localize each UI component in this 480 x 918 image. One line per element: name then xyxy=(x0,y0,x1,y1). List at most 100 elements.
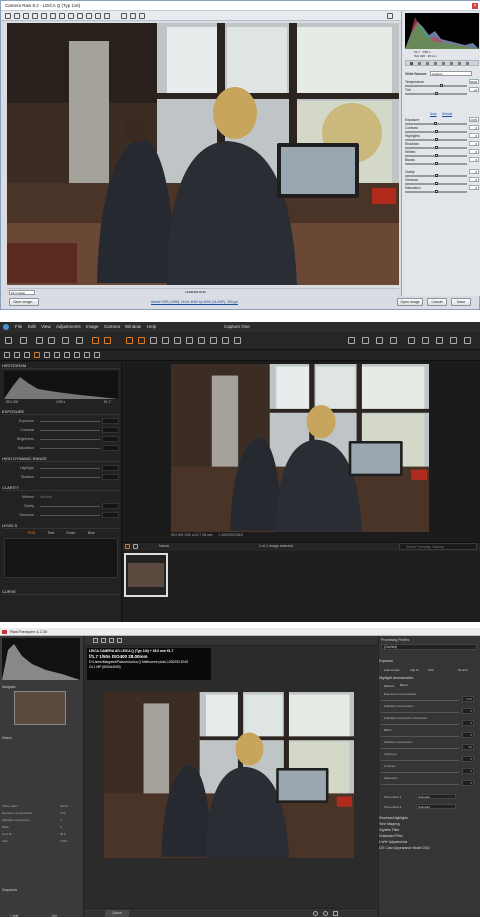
rt-highlight-compression-slider[interactable] xyxy=(381,712,459,714)
clarity-slider-thumb[interactable] xyxy=(435,174,438,177)
tone-curve-tab-icon[interactable] xyxy=(418,62,421,65)
rt-exposure-compensation-value[interactable]: 0.00 xyxy=(462,696,474,702)
zoom-fit-icon[interactable] xyxy=(333,911,338,916)
fullscreen-icon[interactable] xyxy=(387,13,393,19)
exposure-section[interactable]: EXPOSURE xyxy=(2,408,120,415)
spot-removal-icon[interactable] xyxy=(186,337,193,344)
spot-removal-icon[interactable] xyxy=(68,13,74,19)
open-image-button[interactable]: Open Image xyxy=(397,298,423,306)
auto-levels-button[interactable]: Auto Levels xyxy=(384,668,400,672)
hdr-section[interactable]: HIGH DYNAMIC RANGE xyxy=(2,455,120,462)
browser-icon[interactable] xyxy=(376,337,383,344)
exposure-section[interactable]: Exposure xyxy=(379,658,479,664)
graduated-filter-icon[interactable] xyxy=(95,13,101,19)
saturation-slider[interactable] xyxy=(40,448,100,449)
rotate-left-icon[interactable] xyxy=(130,13,136,19)
rt-contrast-slider[interactable] xyxy=(381,772,459,774)
edit-with-icon[interactable] xyxy=(436,337,443,344)
saturation-slider-thumb[interactable] xyxy=(435,190,438,193)
vibrance-value[interactable]: 0 xyxy=(469,177,479,182)
clarity-value[interactable] xyxy=(102,503,119,509)
tone-curve-2-select[interactable]: Standard xyxy=(416,804,456,809)
zoom-out-icon[interactable] xyxy=(313,911,318,916)
color-tab-icon[interactable] xyxy=(34,352,40,358)
straighten-tool-icon[interactable] xyxy=(59,13,65,19)
effects-tab-icon[interactable] xyxy=(458,62,461,65)
highlight-reconstruction-section[interactable]: Highlight reconstruction xyxy=(379,675,479,681)
shadow-slider[interactable] xyxy=(40,477,100,478)
gradient-tool-icon[interactable] xyxy=(210,337,217,344)
menu-window[interactable]: Window xyxy=(125,322,141,332)
highlight-value[interactable] xyxy=(102,465,119,471)
redo-icon[interactable] xyxy=(48,337,55,344)
rt-shadow-compression-slider[interactable] xyxy=(381,748,459,750)
process-recipe-icon[interactable] xyxy=(422,337,429,344)
white-balance-select[interactable]: Custom xyxy=(430,71,472,76)
apply-adjustments-icon[interactable] xyxy=(104,337,111,344)
profile-select[interactable]: (Cached) xyxy=(381,644,477,650)
rt-highlight-compression-value[interactable]: 0 xyxy=(462,708,474,714)
tint-slider-thumb[interactable] xyxy=(435,92,438,95)
pan-tool-icon[interactable] xyxy=(138,337,145,344)
shadow-value[interactable] xyxy=(102,474,119,480)
default-link[interactable]: Default xyxy=(442,112,452,116)
whites-slider-thumb[interactable] xyxy=(435,154,438,157)
levels-graph[interactable] xyxy=(4,538,118,578)
metadata-tab-icon[interactable] xyxy=(84,352,90,358)
structure-value[interactable] xyxy=(102,512,119,518)
menu-help[interactable]: Help xyxy=(147,322,156,332)
menu-adjustments[interactable]: Adjustments xyxy=(56,322,81,332)
contrast-slider[interactable] xyxy=(40,430,100,431)
rt-shadow-compression-value[interactable]: 50 xyxy=(462,744,474,750)
rt-saturation-value[interactable]: 0 xyxy=(462,780,474,786)
brush-tool-icon[interactable] xyxy=(86,13,92,19)
annotate-tool-icon[interactable] xyxy=(234,337,241,344)
cursor-tool-icon[interactable] xyxy=(126,337,133,344)
blacks-slider-thumb[interactable] xyxy=(435,162,438,165)
saturation-value[interactable]: 0 xyxy=(469,185,479,190)
exposure-value[interactable]: -0.05 xyxy=(469,117,479,122)
add-snapshot-button[interactable]: + Add xyxy=(10,914,18,918)
color-sampler-icon[interactable] xyxy=(32,13,38,19)
highlights-value[interactable]: 0 xyxy=(469,133,479,138)
rt-black-slider[interactable] xyxy=(381,736,459,738)
brush-tool-icon[interactable] xyxy=(198,337,205,344)
rotate-tool-icon[interactable] xyxy=(162,337,169,344)
grid-view-icon[interactable] xyxy=(348,337,355,344)
output-tab-icon[interactable] xyxy=(94,352,100,358)
temperature-value[interactable]: 5100 xyxy=(469,79,479,84)
rt-lightness-value[interactable]: 0 xyxy=(462,756,474,762)
contrast-value[interactable]: 0 xyxy=(469,125,479,130)
shadows-slider-thumb[interactable] xyxy=(435,146,438,149)
curve-section[interactable]: CURVE xyxy=(2,588,120,595)
exposure-slider-thumb[interactable] xyxy=(434,122,438,125)
white-balance-tool-icon[interactable] xyxy=(23,13,29,19)
close-icon[interactable]: × xyxy=(472,3,478,9)
menu-image[interactable]: Image xyxy=(86,322,99,332)
menu-view[interactable]: View xyxy=(41,322,51,332)
lens-tab-icon[interactable] xyxy=(450,62,453,65)
straighten-icon[interactable] xyxy=(117,638,122,643)
lens-tab-icon[interactable] xyxy=(24,352,30,358)
help-icon[interactable] xyxy=(464,337,471,344)
rt-black-value[interactable]: 0 xyxy=(462,732,474,738)
details-tab-icon[interactable] xyxy=(54,352,60,358)
navigator-thumbnail[interactable] xyxy=(14,691,66,725)
settings-icon[interactable] xyxy=(450,337,457,344)
exposure-value[interactable] xyxy=(102,418,119,424)
exposure-tab-icon[interactable] xyxy=(44,352,50,358)
highlights-slider-thumb[interactable] xyxy=(435,138,438,141)
rotate-right-icon[interactable] xyxy=(139,13,145,19)
saturation-value[interactable] xyxy=(102,445,119,451)
rt-highlight-compression-threshold-value[interactable]: 0 xyxy=(462,720,474,726)
brightness-value[interactable] xyxy=(102,436,119,442)
shadows-value[interactable]: 0 xyxy=(469,141,479,146)
exposure-slider[interactable] xyxy=(40,421,100,422)
whites-value[interactable]: 0 xyxy=(469,149,479,154)
filmstrip-icon[interactable] xyxy=(125,544,130,549)
levels-tab-blue[interactable]: Blue xyxy=(88,531,95,535)
keystone-tool-icon[interactable] xyxy=(174,337,181,344)
auto-link[interactable]: Auto xyxy=(430,112,437,116)
clarity-slider[interactable] xyxy=(40,506,100,507)
basic-tab-icon[interactable] xyxy=(410,62,413,65)
